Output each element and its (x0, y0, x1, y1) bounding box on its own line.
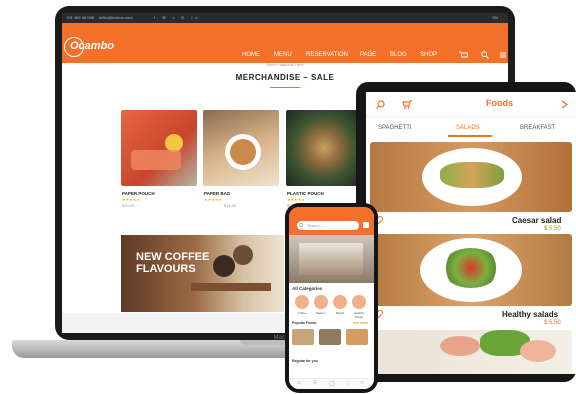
title-divider (270, 87, 300, 88)
product-rating: ★★★★★ (204, 197, 222, 202)
popular-title: Popular Foods (292, 321, 317, 325)
popular-food-item[interactable] (346, 329, 368, 345)
email-text: hello@lexicon.com (99, 15, 133, 20)
categories-title: All Categories (292, 286, 323, 291)
nav-menu[interactable]: MENU (274, 52, 292, 58)
dish-image-healthy[interactable] (370, 234, 572, 306)
section-subtitle: When Happens Here (266, 62, 304, 67)
filter-icon[interactable] (363, 222, 369, 228)
category-bakery-icon[interactable] (314, 295, 328, 309)
tablet-screen: Foods BREAKFAST SALADS SPAGHETTI Caesar … (366, 92, 576, 374)
tab-spaghetti[interactable]: SPAGHETTI (378, 125, 412, 131)
nav-blog[interactable]: BLOG (390, 52, 407, 58)
dish-image-rolls[interactable] (370, 330, 572, 374)
language-selector[interactable]: EN (492, 13, 498, 23)
dish-image-caesar[interactable] (370, 142, 572, 212)
product-image-chicken[interactable] (286, 110, 362, 186)
site-logo[interactable]: Ocambo (70, 40, 114, 52)
tablet-title: Foods (486, 98, 513, 108)
category-label: Healthy Drinks (353, 311, 365, 319)
heart-icon[interactable]: ♡ (345, 380, 350, 387)
category-coffee-icon[interactable] (295, 295, 309, 309)
tablet-header (366, 92, 576, 117)
phone-screen: Search... All Categories Coffee Bakery M… (289, 207, 374, 389)
dish-price: $ 5.50 (544, 320, 561, 326)
product-name[interactable]: PLASTIC POUCH (287, 191, 324, 196)
category-label: Bakery (316, 311, 326, 315)
popular-food-item[interactable] (292, 329, 314, 345)
search-icon[interactable] (376, 100, 385, 109)
cart-icon[interactable] (402, 100, 412, 109)
category-label: Coffee (297, 311, 307, 315)
product-name[interactable]: PAPER BAG (204, 191, 230, 196)
phone-text: +91 452 46 098 (66, 15, 94, 20)
category-label: Meals (335, 311, 344, 315)
tab-salads[interactable]: SALADS (456, 125, 480, 131)
top-info-bar: +91 452 46 098 hello@lexicon.com f ✉ t ◎… (62, 13, 508, 23)
cart-icon[interactable] (459, 51, 468, 59)
see-more-link[interactable]: See more (353, 321, 368, 325)
list-icon[interactable]: ≡ (313, 380, 317, 386)
dish-price: $ 5.50 (544, 226, 561, 232)
product-image-coffee[interactable] (203, 110, 279, 186)
nav-shop[interactable]: SHOP (420, 52, 437, 58)
nav-page[interactable]: PAGE (360, 52, 376, 58)
active-tab-indicator (448, 135, 492, 137)
search-icon[interactable] (481, 51, 489, 59)
social-icons[interactable]: f ✉ t ◎ in (154, 13, 201, 23)
product-price: $15.00 (224, 203, 237, 208)
category-drinks-icon[interactable] (352, 295, 366, 309)
popular-food-item[interactable] (319, 329, 341, 345)
product-rating: ★★★★★ (287, 197, 305, 202)
phone-bottom-nav: ⌂ ≡ ▢ ♡ ○ (289, 378, 374, 389)
product-price: $35.00 (122, 203, 135, 208)
phone-search-input[interactable]: Search... (297, 221, 359, 230)
product-rating: ★★★★★ (122, 197, 140, 202)
chevron-right-icon[interactable] (561, 100, 568, 109)
product-image-salmon[interactable] (121, 110, 197, 186)
nav-reservation[interactable]: RESERVATION (306, 52, 348, 58)
menu-icon[interactable] (500, 52, 506, 58)
product-name[interactable]: PAPER POUCH (122, 191, 155, 196)
search-icon (299, 223, 303, 227)
section-title: MERCHANDISE – SALE (235, 73, 335, 82)
home-icon[interactable]: ⌂ (297, 380, 301, 386)
tab-breakfast[interactable]: BREAKFAST (520, 125, 555, 131)
regular-title: Regular for you (292, 359, 318, 363)
nav-home[interactable]: HOME (242, 52, 260, 58)
dish-name[interactable]: Healthy salads (502, 310, 558, 319)
category-meals-icon[interactable] (333, 295, 347, 309)
profile-icon[interactable]: ○ (360, 380, 364, 386)
bag-icon[interactable]: ▢ (329, 380, 335, 387)
phone-hero-image[interactable] (289, 235, 374, 283)
banner-headline: NEW COFFEE FLAVOURS (136, 251, 210, 275)
dish-name[interactable]: Caesar salad (512, 216, 561, 225)
